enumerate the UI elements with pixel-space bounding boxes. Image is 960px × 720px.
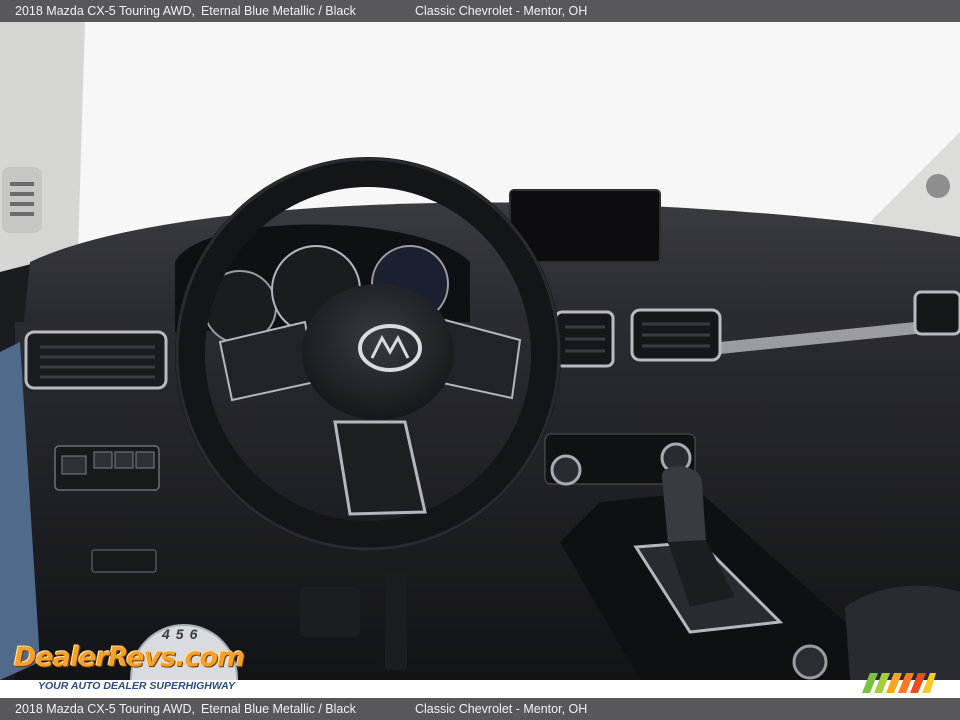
vehicle-interior-photo bbox=[0, 22, 960, 680]
top-caption-vehicle: 2018 Mazda CX-5 Touring AWD, bbox=[15, 4, 195, 18]
watermark-dial-digits: 456 bbox=[162, 626, 204, 642]
top-caption-title: 2018 Mazda CX-5 Touring AWD, Eternal Blue… bbox=[15, 4, 356, 18]
watermark-tagline: YOUR AUTO DEALER SUPERHIGHWAY bbox=[38, 680, 235, 692]
dealerrevs-watermark: 456 DealerRevs.com YOUR AUTO DEALER SUPE… bbox=[12, 622, 272, 694]
watermark-brand: DealerRevs.com bbox=[14, 642, 245, 673]
bottom-caption-vehicle: 2018 Mazda CX-5 Touring AWD, bbox=[15, 702, 195, 716]
top-caption-color: Eternal Blue Metallic / Black bbox=[200, 4, 356, 18]
dashboard-illustration bbox=[0, 22, 960, 680]
speed-stripes-logo-icon bbox=[862, 673, 936, 693]
bottom-caption-title: 2018 Mazda CX-5 Touring AWD, Eternal Blue… bbox=[15, 702, 356, 716]
bottom-caption-color: Eternal Blue Metallic / Black bbox=[200, 702, 356, 716]
top-caption-bar: 2018 Mazda CX-5 Touring AWD, Eternal Blue… bbox=[0, 0, 960, 22]
bottom-caption-dealer: Classic Chevrolet - Mentor, OH bbox=[415, 702, 588, 716]
top-caption-dealer: Classic Chevrolet - Mentor, OH bbox=[415, 4, 588, 18]
bottom-caption-bar: 2018 Mazda CX-5 Touring AWD, Eternal Blue… bbox=[0, 698, 960, 720]
